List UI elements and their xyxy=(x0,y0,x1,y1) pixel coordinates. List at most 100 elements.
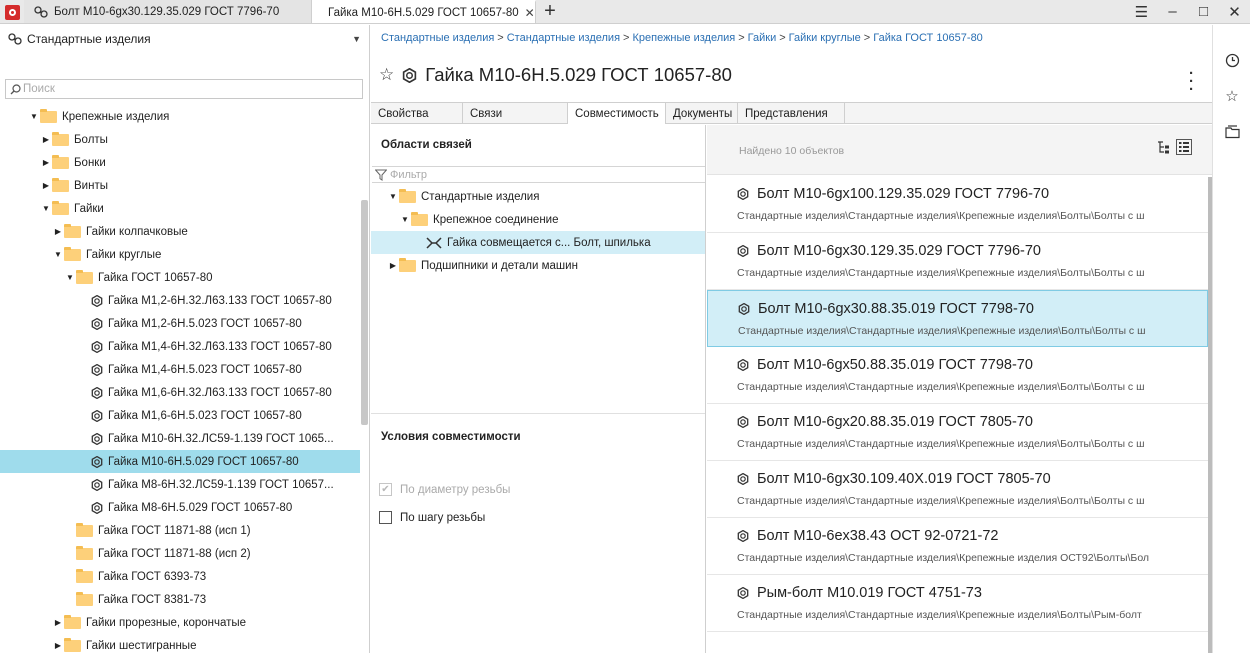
tab-item[interactable]: Свойства xyxy=(371,103,463,124)
breadcrumb-link[interactable]: Гайки круглые xyxy=(789,32,861,44)
expand-right-icon[interactable]: ▶ xyxy=(52,641,64,650)
tree-item[interactable]: ▶ Подшипники и детали машин xyxy=(371,254,705,277)
results-scrollbar[interactable] xyxy=(1208,177,1212,653)
tree-item-label: Гайка М1,4-6Н.32.Л63.133 ГОСТ 10657-80 xyxy=(108,340,332,353)
tree-item[interactable]: ▶ Гайки шестигранные xyxy=(0,634,360,653)
result-item[interactable]: Рым-болт М10.019 ГОСТ 4751-73 Стандартные… xyxy=(707,575,1208,632)
tree-item[interactable]: ▶ Болты xyxy=(0,128,360,151)
tree-item[interactable]: ▶Гайка М8-6Н.5.029 ГОСТ 10657-80 xyxy=(0,496,360,519)
tree-item[interactable]: ▶Гайка М1,6-6Н.5.023 ГОСТ 10657-80 xyxy=(0,404,360,427)
document-tab-nut[interactable]: Гайка М10-6Н.5.029 ГОСТ 10657-80 ✕ xyxy=(312,0,536,23)
tree-item[interactable]: ▼ Гайки круглые xyxy=(0,243,360,266)
tree-item-label: Гайки прорезные, корончатые xyxy=(86,616,247,629)
result-item[interactable]: Болт М10-6gx50.88.35.019 ГОСТ 7798-70 Ста… xyxy=(707,347,1208,404)
expand-down-icon[interactable]: ▼ xyxy=(399,215,411,224)
result-item[interactable]: Болт М10-6gx30.129.35.029 ГОСТ 7796-70 Ст… xyxy=(707,233,1208,290)
folder-icon[interactable] xyxy=(1223,123,1241,141)
catalog-selector[interactable]: Стандартные изделия ▼ xyxy=(0,25,369,53)
expand-right-icon[interactable]: ▶ xyxy=(40,135,52,144)
tree-item[interactable]: ▶Гайка ГОСТ 6393-73 xyxy=(0,565,360,588)
tree-item[interactable]: ▶Гайка М1,2-6Н.5.023 ГОСТ 10657-80 xyxy=(0,312,360,335)
tree-item[interactable]: ▶Гайка М1,4-6Н.32.Л63.133 ГОСТ 10657-80 xyxy=(0,335,360,358)
catalog-panel: Стандартные изделия ▼ ▼ Крепежные изделия… xyxy=(0,25,370,653)
search-input[interactable] xyxy=(23,83,343,95)
tree-item-label: Гайка ГОСТ 11871-88 (исп 1) xyxy=(98,524,251,537)
tree-item[interactable]: ▼ Гайка ГОСТ 10657-80 xyxy=(0,266,360,289)
tree-item-label: Гайка М1,6-6Н.5.023 ГОСТ 10657-80 xyxy=(108,409,302,422)
tree-scrollbar[interactable] xyxy=(361,200,368,425)
tree-item[interactable]: ▶Гайка М10-6Н.5.029 ГОСТ 10657-80 xyxy=(0,450,360,473)
checkbox-icon: ✔ xyxy=(379,483,392,496)
expand-right-icon[interactable]: ▶ xyxy=(40,158,52,167)
new-tab-button[interactable]: + xyxy=(536,0,564,23)
close-window-icon[interactable]: ✕ xyxy=(1219,0,1250,24)
result-item[interactable]: Болт М10-6gx30.88.35.019 ГОСТ 7798-70 Ста… xyxy=(707,290,1208,347)
result-title-row: Болт М10-6gx30.129.35.029 ГОСТ 7796-70 xyxy=(737,243,1041,259)
expand-down-icon[interactable]: ▼ xyxy=(52,250,64,259)
expand-down-icon[interactable]: ▼ xyxy=(28,112,40,121)
folder-icon xyxy=(52,200,69,215)
minimize-icon[interactable]: – xyxy=(1157,0,1188,24)
document-tab-bolt[interactable]: Болт М10-6gx30.129.35.029 ГОСТ 7796-70 xyxy=(24,0,312,23)
tree-item[interactable]: ▶Гайка совмещается с... Болт, шпилька xyxy=(371,231,705,254)
expand-right-icon[interactable]: ▶ xyxy=(40,181,52,190)
tree-item[interactable]: ▶Гайка М10-6Н.32.ЛС59-1.139 ГОСТ 1065... xyxy=(0,427,360,450)
breadcrumb-link[interactable]: Крепежные изделия xyxy=(632,32,735,44)
breadcrumb-link[interactable]: Гайка ГОСТ 10657-80 xyxy=(873,32,983,44)
page-title: Гайка М10-6Н.5.029 ГОСТ 10657-80 xyxy=(425,64,732,85)
tree-item[interactable]: ▶Гайка М1,2-6Н.32.Л63.133 ГОСТ 10657-80 xyxy=(0,289,360,312)
expand-down-icon[interactable]: ▼ xyxy=(387,192,399,201)
tree-item[interactable]: ▶Гайка ГОСТ 8381-73 xyxy=(0,588,360,611)
expand-right-icon[interactable]: ▶ xyxy=(52,227,64,236)
expand-right-icon[interactable]: ▶ xyxy=(387,261,399,270)
maximize-icon[interactable]: □ xyxy=(1188,0,1219,24)
breadcrumb-link[interactable]: Гайки xyxy=(748,32,777,44)
bolt-icon xyxy=(737,473,749,485)
tab-item[interactable]: Документы xyxy=(666,103,738,124)
tree-item[interactable]: ▶Гайка М1,4-6Н.5.023 ГОСТ 10657-80 xyxy=(0,358,360,381)
tree-view-icon[interactable] xyxy=(1155,139,1171,155)
tree-item[interactable]: ▶ Винты xyxy=(0,174,360,197)
history-icon[interactable] xyxy=(1223,51,1241,69)
expand-down-icon[interactable]: ▼ xyxy=(64,273,76,282)
expand-right-icon[interactable]: ▶ xyxy=(52,618,64,627)
result-item[interactable]: Болт М10-6gx20.88.35.019 ГОСТ 7805-70 Ста… xyxy=(707,404,1208,461)
tree-item[interactable]: ▼ Гайки xyxy=(0,197,360,220)
catalog-tree: ▼ Крепежные изделия ▶ Болты ▶ Бонки ▶ Винты ▼ Гай… xyxy=(0,105,360,653)
tree-item[interactable]: ▶Гайка ГОСТ 11871-88 (исп 1) xyxy=(0,519,360,542)
tab-item[interactable]: Связи xyxy=(463,103,568,124)
list-view-icon[interactable] xyxy=(1176,139,1192,155)
tree-item[interactable]: ▼ Крепежное соединение xyxy=(371,208,705,231)
bolt-icon xyxy=(738,303,750,315)
tree-item[interactable]: ▶Гайка М8-6Н.32.ЛС59-1.139 ГОСТ 10657... xyxy=(0,473,360,496)
result-item[interactable]: Болт М10-6gx30.109.40Х.019 ГОСТ 7805-70 С… xyxy=(707,461,1208,518)
close-tab-icon[interactable]: ✕ xyxy=(525,6,535,20)
condition-diameter-checkbox[interactable]: ✔ По диаметру резьбы xyxy=(379,483,510,496)
result-item[interactable]: Болт М10-6gx100.129.35.029 ГОСТ 7796-70 С… xyxy=(707,176,1208,233)
result-path: Стандартные изделия\Стандартные изделия\… xyxy=(737,552,1150,564)
tree-item[interactable]: ▶ Гайки колпачковые xyxy=(0,220,360,243)
breadcrumb-link[interactable]: Стандартные изделия xyxy=(381,32,494,44)
result-path: Стандартные изделия\Стандартные изделия\… xyxy=(737,609,1142,621)
tree-item[interactable]: ▼ Крепежные изделия xyxy=(0,105,360,128)
expand-down-icon[interactable]: ▼ xyxy=(40,204,52,213)
more-options-icon[interactable]: · · · xyxy=(1189,66,1194,97)
condition-pitch-checkbox[interactable]: По шагу резьбы xyxy=(379,511,485,524)
tab-item[interactable]: Совместимость xyxy=(568,103,666,124)
bolt-icon xyxy=(737,587,749,599)
result-item[interactable]: Болт М10-6ex38.43 ОСТ 92-0721-72 Стандарт… xyxy=(707,518,1208,575)
favorite-star-icon[interactable]: ☆ xyxy=(379,65,394,85)
tree-item[interactable]: ▶Гайка М1,6-6Н.32.Л63.133 ГОСТ 10657-80 xyxy=(0,381,360,404)
tree-item[interactable]: ▶ Гайки прорезные, корончатые xyxy=(0,611,360,634)
menu-icon[interactable]: ☰ xyxy=(1126,0,1157,24)
app-logo-icon[interactable] xyxy=(0,0,24,24)
filter-input[interactable] xyxy=(390,168,690,181)
tree-item[interactable]: ▶ Бонки xyxy=(0,151,360,174)
favorites-icon[interactable]: ☆ xyxy=(1223,87,1241,105)
tree-item[interactable]: ▼ Стандартные изделия xyxy=(371,185,705,208)
results-count: Найдено 10 объектов xyxy=(739,145,845,157)
breadcrumb-link[interactable]: Стандартные изделия xyxy=(507,32,620,44)
tab-item[interactable]: Представления xyxy=(738,103,845,124)
folder-icon xyxy=(76,568,93,583)
tree-item[interactable]: ▶Гайка ГОСТ 11871-88 (исп 2) xyxy=(0,542,360,565)
